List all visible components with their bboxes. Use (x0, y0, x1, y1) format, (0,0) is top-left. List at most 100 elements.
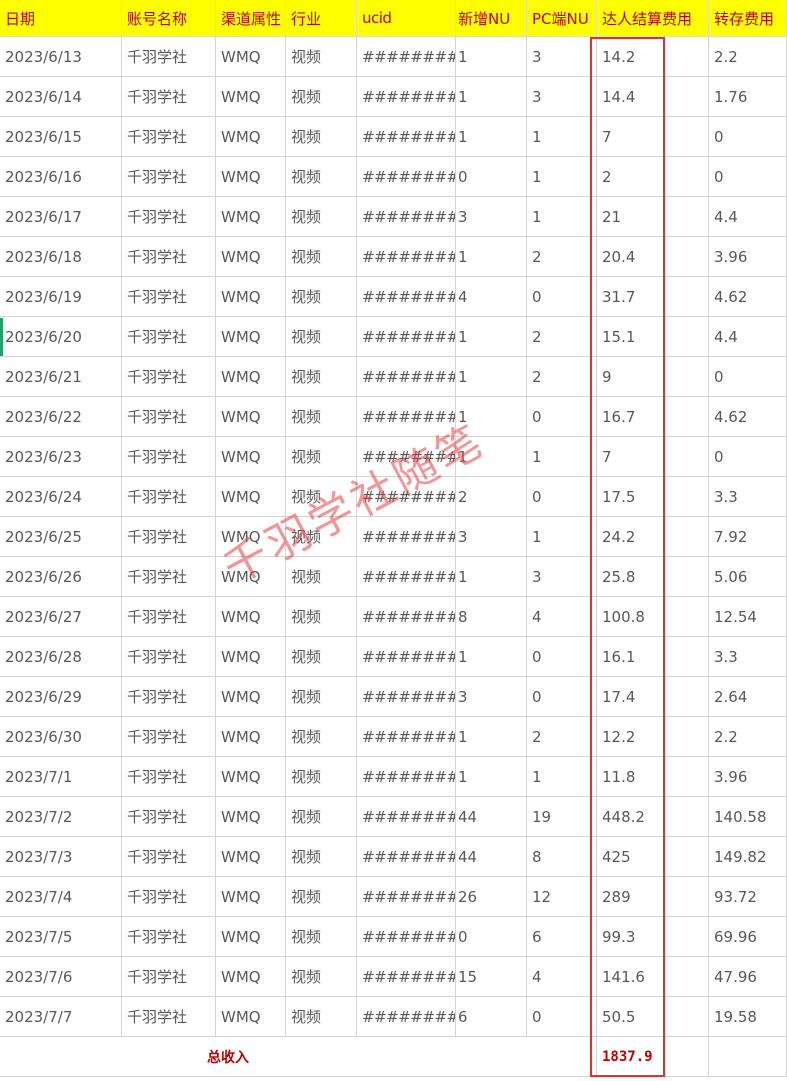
cell-ucid[interactable]: ########## (357, 277, 456, 317)
cell-talent-fee[interactable]: 2 (597, 157, 709, 197)
cell-channel[interactable]: WMQ (216, 197, 286, 237)
cell-ucid[interactable]: ########## (357, 997, 456, 1037)
column-header-industry[interactable]: 行业 (286, 0, 357, 37)
cell-new-nu[interactable]: 1 (456, 77, 527, 117)
cell-date[interactable]: 2023/6/15 (0, 117, 122, 157)
cell-account-name[interactable]: 千羽学社 (122, 237, 216, 277)
cell-date[interactable]: 2023/6/18 (0, 237, 122, 277)
cell-account-name[interactable]: 千羽学社 (122, 157, 216, 197)
cell-date[interactable]: 2023/7/3 (0, 837, 122, 877)
cell-ucid[interactable]: ########## (357, 917, 456, 957)
cell-ucid[interactable]: ########## (357, 957, 456, 997)
cell-new-nu[interactable]: 3 (456, 677, 527, 717)
cell-date[interactable]: 2023/6/30 (0, 717, 122, 757)
cell-industry[interactable]: 视频 (286, 277, 357, 317)
cell-date[interactable]: 2023/6/19 (0, 277, 122, 317)
cell-industry[interactable]: 视频 (286, 477, 357, 517)
cell-transfer-fee[interactable]: 0 (709, 437, 787, 477)
cell-date[interactable]: 2023/6/27 (0, 597, 122, 637)
cell-industry[interactable]: 视频 (286, 957, 357, 997)
cell-pc-nu[interactable]: 4 (527, 597, 597, 637)
cell-transfer-fee[interactable]: 2.2 (709, 717, 787, 757)
cell-account-name[interactable]: 千羽学社 (122, 77, 216, 117)
cell-talent-fee[interactable]: 50.5 (597, 997, 709, 1037)
cell-channel[interactable]: WMQ (216, 877, 286, 917)
cell-account-name[interactable]: 千羽学社 (122, 837, 216, 877)
cell-new-nu[interactable]: 1 (456, 757, 527, 797)
cell-talent-fee[interactable]: 7 (597, 117, 709, 157)
cell-transfer-fee[interactable]: 69.96 (709, 917, 787, 957)
cell-channel[interactable]: WMQ (216, 357, 286, 397)
cell-date[interactable]: 2023/6/21 (0, 357, 122, 397)
cell-channel[interactable]: WMQ (216, 277, 286, 317)
cell-new-nu[interactable]: 4 (456, 277, 527, 317)
cell-channel[interactable]: WMQ (216, 957, 286, 997)
cell-industry[interactable]: 视频 (286, 397, 357, 437)
cell-new-nu[interactable]: 0 (456, 917, 527, 957)
cell-transfer-fee[interactable]: 0 (709, 357, 787, 397)
cell-date[interactable]: 2023/7/6 (0, 957, 122, 997)
cell-pc-nu[interactable]: 1 (527, 117, 597, 157)
cell-ucid[interactable]: ########## (357, 557, 456, 597)
cell-talent-fee[interactable]: 12.2 (597, 717, 709, 757)
cell-ucid[interactable]: ########## (357, 117, 456, 157)
cell-pc-nu[interactable]: 4 (527, 957, 597, 997)
cell-channel[interactable]: WMQ (216, 597, 286, 637)
cell-talent-fee[interactable]: 17.4 (597, 677, 709, 717)
cell-date[interactable]: 2023/7/1 (0, 757, 122, 797)
cell-transfer-fee[interactable]: 3.3 (709, 477, 787, 517)
cell-account-name[interactable]: 千羽学社 (122, 797, 216, 837)
cell-transfer-fee[interactable]: 4.62 (709, 277, 787, 317)
cell-new-nu[interactable]: 1 (456, 357, 527, 397)
cell-channel[interactable]: WMQ (216, 397, 286, 437)
cell-new-nu[interactable]: 1 (456, 717, 527, 757)
cell-pc-nu[interactable]: 2 (527, 237, 597, 277)
cell-new-nu[interactable]: 1 (456, 37, 527, 77)
cell-channel[interactable]: WMQ (216, 37, 286, 77)
cell-date[interactable]: 2023/6/20 (0, 317, 122, 357)
cell-channel[interactable]: WMQ (216, 117, 286, 157)
cell-date[interactable]: 2023/6/28 (0, 637, 122, 677)
cell-talent-fee[interactable]: 16.1 (597, 637, 709, 677)
column-header-ucid[interactable]: ucid (357, 0, 456, 37)
cell-date[interactable]: 2023/7/2 (0, 797, 122, 837)
cell-date[interactable]: 2023/7/7 (0, 997, 122, 1037)
cell-channel[interactable]: WMQ (216, 677, 286, 717)
cell-new-nu[interactable]: 3 (456, 517, 527, 557)
cell-new-nu[interactable]: 1 (456, 557, 527, 597)
cell-new-nu[interactable]: 44 (456, 797, 527, 837)
cell-new-nu[interactable]: 1 (456, 117, 527, 157)
cell-industry[interactable]: 视频 (286, 437, 357, 477)
cell-pc-nu[interactable]: 19 (527, 797, 597, 837)
cell-channel[interactable]: WMQ (216, 997, 286, 1037)
cell-ucid[interactable]: ########## (357, 797, 456, 837)
cell-pc-nu[interactable]: 0 (527, 677, 597, 717)
cell-account-name[interactable]: 千羽学社 (122, 677, 216, 717)
cell-pc-nu[interactable]: 6 (527, 917, 597, 957)
cell-pc-nu[interactable]: 2 (527, 357, 597, 397)
cell-transfer-fee[interactable]: 1.76 (709, 77, 787, 117)
cell-pc-nu[interactable]: 0 (527, 637, 597, 677)
cell-channel[interactable]: WMQ (216, 77, 286, 117)
cell-talent-fee[interactable]: 31.7 (597, 277, 709, 317)
cell-channel[interactable]: WMQ (216, 317, 286, 357)
column-header-new-nu[interactable]: 新增NU (456, 0, 527, 37)
cell-transfer-fee[interactable]: 47.96 (709, 957, 787, 997)
cell-talent-fee[interactable]: 14.4 (597, 77, 709, 117)
cell-channel[interactable]: WMQ (216, 637, 286, 677)
cell-industry[interactable]: 视频 (286, 317, 357, 357)
cell-transfer-fee[interactable]: 3.96 (709, 757, 787, 797)
cell-ucid[interactable]: ########## (357, 517, 456, 557)
cell-date[interactable]: 2023/6/16 (0, 157, 122, 197)
cell-transfer-fee[interactable]: 4.4 (709, 197, 787, 237)
cell-channel[interactable]: WMQ (216, 717, 286, 757)
cell-transfer-fee[interactable]: 4.62 (709, 397, 787, 437)
cell-ucid[interactable]: ########## (357, 717, 456, 757)
cell-industry[interactable]: 视频 (286, 917, 357, 957)
cell-account-name[interactable]: 千羽学社 (122, 637, 216, 677)
cell-talent-fee[interactable]: 16.7 (597, 397, 709, 437)
cell-date[interactable]: 2023/6/22 (0, 397, 122, 437)
cell-transfer-fee[interactable]: 3.3 (709, 637, 787, 677)
cell-new-nu[interactable]: 15 (456, 957, 527, 997)
cell-transfer-fee[interactable]: 93.72 (709, 877, 787, 917)
